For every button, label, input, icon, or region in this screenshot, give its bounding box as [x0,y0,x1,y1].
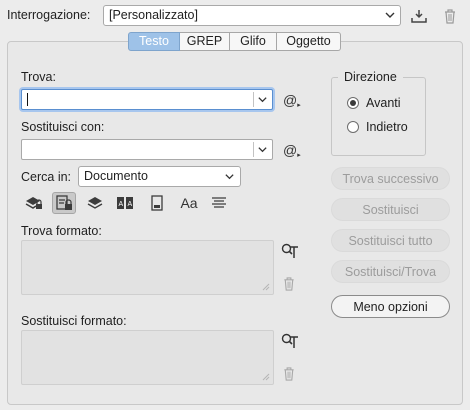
svg-text:A: A [119,201,124,208]
case-sensitive-icon[interactable]: Aa [177,192,201,214]
locked-layers-icon[interactable] [22,192,46,214]
query-select-value: [Personalizzato] [109,8,198,22]
clear-replace-format-icon[interactable] [283,367,295,384]
find-input[interactable] [21,89,273,110]
chevron-down-icon [225,174,234,180]
hidden-layers-icon[interactable] [83,192,107,214]
replace-input[interactable] [21,139,273,160]
tab-oggetto[interactable]: Oggetto [277,32,341,51]
clear-find-format-icon[interactable] [283,277,295,294]
find-format-label: Trova formato: [21,224,102,238]
svg-text:A: A [128,201,133,208]
tab-grep[interactable]: GREP [180,32,230,51]
query-select[interactable]: [Personalizzato] [103,5,401,26]
specify-find-format-icon[interactable] [281,243,299,262]
find-next-button[interactable]: Trova successivo [331,167,450,190]
find-format-box[interactable] [21,240,274,295]
combo-divider [253,142,254,157]
radio-indietro[interactable] [347,121,359,133]
radio-indietro-label[interactable]: Indietro [366,120,408,134]
replace-button[interactable]: Sostituisci [331,198,450,221]
resize-grip-icon [262,283,270,291]
combo-divider [253,92,254,107]
fewer-options-button[interactable]: Meno opzioni [331,295,450,318]
replace-find-button[interactable]: Sostituisci/Trova [331,260,450,283]
specify-replace-format-icon[interactable] [281,333,299,352]
tab-bar: Testo GREP Glifo Oggetto [128,32,341,51]
text-caret [27,93,28,106]
trash-icon[interactable] [439,5,461,27]
search-in-value: Documento [84,169,148,183]
search-in-select[interactable]: Documento [78,166,241,187]
search-in-label: Cerca in: [21,170,72,184]
replace-special-char-icon[interactable]: @▸ [283,142,301,159]
radio-avanti-label[interactable]: Avanti [366,96,401,110]
locked-stories-icon[interactable] [52,192,76,214]
chevron-down-icon [385,12,395,18]
replace-format-label: Sostituisci formato: [21,314,127,328]
tab-glifo[interactable]: Glifo [230,32,277,51]
save-query-icon[interactable] [408,5,430,27]
query-label: Interrogazione: [7,8,91,22]
radio-avanti[interactable] [347,97,359,109]
chevron-down-icon[interactable] [257,144,268,155]
replace-format-box[interactable] [21,330,274,385]
find-special-char-icon[interactable]: @▸ [283,92,301,109]
resize-grip-icon [262,373,270,381]
replace-all-button[interactable]: Sostituisci tutto [331,229,450,252]
tab-testo[interactable]: Testo [128,32,180,51]
whole-word-icon[interactable] [207,192,231,214]
direction-groupbox [331,77,426,156]
master-pages-icon[interactable]: AA [113,192,137,214]
find-label: Trova: [21,70,56,84]
footnotes-icon[interactable] [145,192,169,214]
replace-label: Sostituisci con: [21,120,105,134]
direction-label: Direzione [338,70,403,84]
chevron-down-icon[interactable] [257,94,268,105]
